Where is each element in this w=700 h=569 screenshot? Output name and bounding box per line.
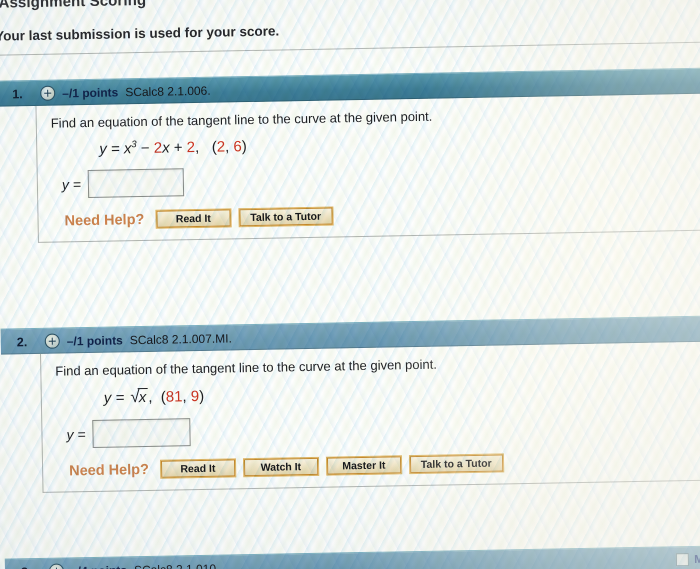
equation-lhs: y = xyxy=(99,140,120,158)
my-notes-area-3[interactable]: My Note xyxy=(676,546,700,569)
answer-input[interactable] xyxy=(92,418,191,448)
read-it-button[interactable]: Read It xyxy=(155,208,232,229)
talk-to-a-tutor-button[interactable]: Talk to a Tutor xyxy=(238,206,334,228)
question-prompt: Find an equation of the tangent line to … xyxy=(50,108,433,131)
need-help-label: Need Help? xyxy=(69,461,150,479)
question-equation-2: y = √x, (81, 9) xyxy=(103,387,205,407)
page-title: Assignment Scoring xyxy=(0,0,147,12)
question-body-1: Find an equation of the tangent line to … xyxy=(35,93,700,243)
read-it-button[interactable]: Read It xyxy=(159,458,237,479)
point-x: 2 xyxy=(216,138,226,156)
watch-it-button[interactable]: Watch It xyxy=(242,456,320,478)
question-number: 1. xyxy=(12,86,23,101)
help-row-1: Need Help? Read It Talk to a Tutor xyxy=(64,200,700,229)
question-code: SCalc8 2.1.006. xyxy=(125,83,211,99)
question-block-1: 1. –/1 points SCalc8 2.1.006. Find an eq… xyxy=(0,67,700,244)
point-y: 9 xyxy=(190,388,200,406)
screenshot-photo: Assignment Scoring Your last submission … xyxy=(0,0,700,569)
square-root-icon: √x xyxy=(130,387,149,407)
question-number: 2. xyxy=(16,334,28,349)
expand-icon[interactable] xyxy=(44,333,60,349)
master-it-button[interactable]: Master It xyxy=(325,455,403,476)
question-header-3[interactable]: 3. –/4 points SCalc8 2.1.010. My Note xyxy=(4,544,700,569)
need-help-label: Need Help? xyxy=(64,211,145,229)
points-label: –/4 points xyxy=(71,563,127,569)
answer-label: y = xyxy=(66,426,86,443)
answer-row-1: y = xyxy=(61,158,700,199)
expand-icon[interactable] xyxy=(40,85,56,101)
equation-exponent: 3 xyxy=(131,139,137,151)
point-x: 81 xyxy=(165,388,183,406)
equation-constant: 2 xyxy=(186,139,196,157)
point-y: 6 xyxy=(233,138,242,156)
talk-to-a-tutor-button[interactable]: Talk to a Tutor xyxy=(408,453,504,475)
question-code: SCalc8 2.1.007.MI. xyxy=(129,330,232,347)
equation-plus: + xyxy=(173,139,187,157)
submission-note: Your last submission is used for your sc… xyxy=(0,23,280,44)
points-label: –/1 points xyxy=(62,84,119,100)
equation-lhs: y = xyxy=(103,389,125,407)
equation-coefficient: 2 xyxy=(153,139,163,157)
question-block-3: 3. –/4 points SCalc8 2.1.010. My Note xyxy=(0,544,700,569)
equation-minus: − xyxy=(140,139,154,158)
points-label: –/1 points xyxy=(66,332,123,348)
answer-row-2: y = xyxy=(66,408,700,448)
my-notes-link[interactable]: My Note xyxy=(694,553,700,566)
radicand: x xyxy=(137,387,149,407)
expand-icon[interactable] xyxy=(48,563,65,569)
question-prompt: Find an equation of the tangent line to … xyxy=(55,356,438,379)
answer-label: y = xyxy=(61,176,82,193)
answer-input[interactable] xyxy=(87,168,185,199)
question-code: SCalc8 2.1.010. xyxy=(133,561,220,569)
question-equation-1: y = x3 − 2x + 2, (2, 6) xyxy=(99,138,247,158)
question-number: 3. xyxy=(5,564,49,569)
question-body-2: Find an equation of the tangent line to … xyxy=(40,341,700,493)
equation-variable: x xyxy=(161,139,170,157)
question-block-2: 2. –/1 points SCalc8 2.1.007.MI. My Find… xyxy=(0,315,700,494)
webassign-page: Assignment Scoring Your last submission … xyxy=(0,0,700,569)
help-row-2: Need Help? Read It Watch It Master It Ta… xyxy=(69,450,700,479)
divider-top xyxy=(0,41,700,57)
notes-checkbox-icon[interactable] xyxy=(676,553,690,567)
